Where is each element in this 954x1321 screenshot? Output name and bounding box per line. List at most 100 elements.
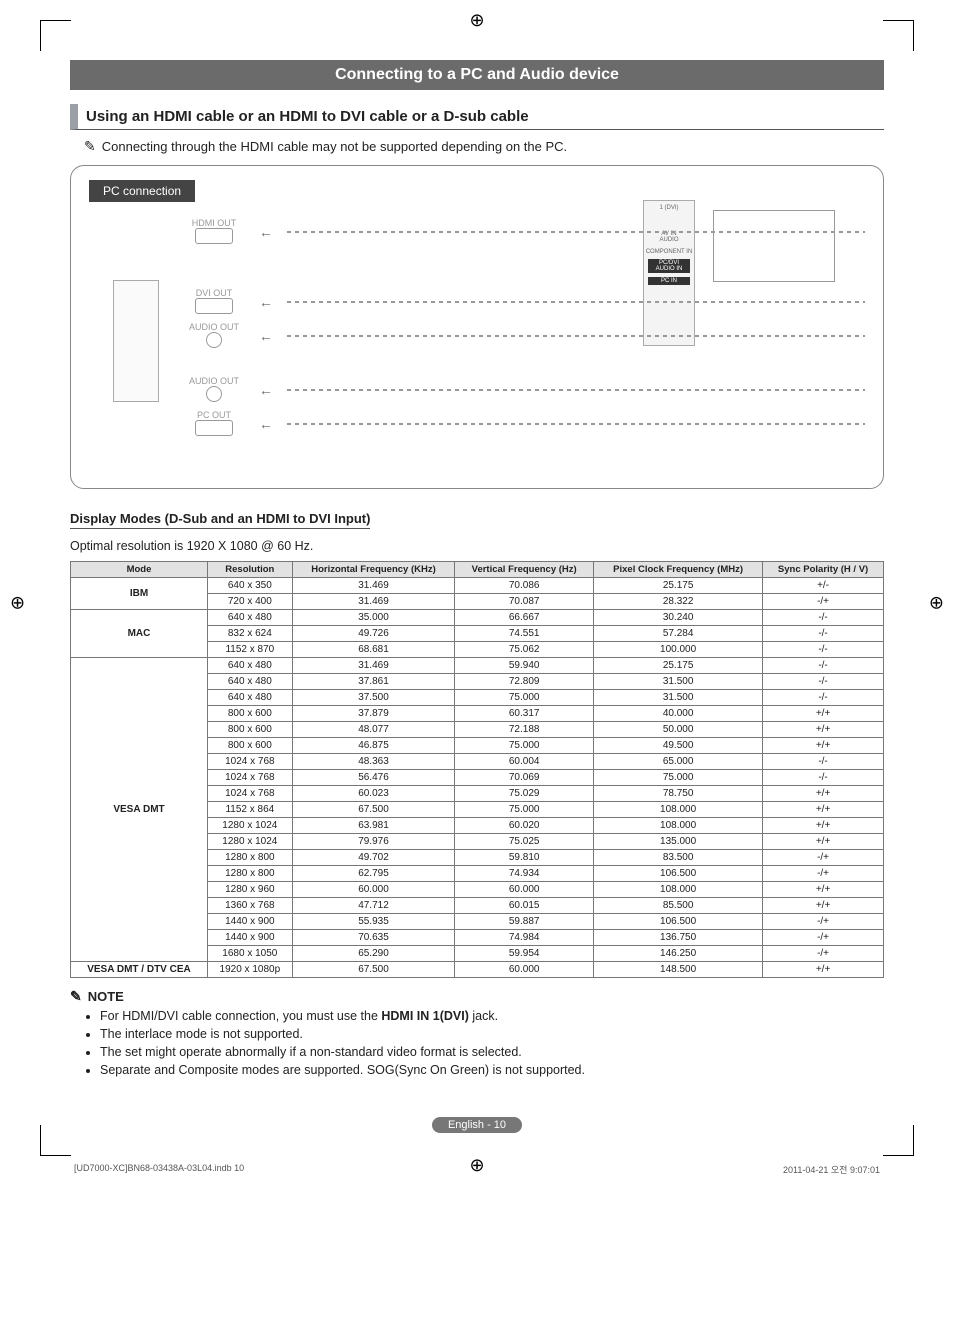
table-cell: 28.322: [594, 594, 763, 610]
audio-jack-icon: [206, 332, 222, 348]
table-cell: -/+: [763, 914, 884, 930]
note-icon: ✎: [70, 988, 82, 1004]
table-cell: -/-: [763, 690, 884, 706]
table-cell: 75.000: [455, 690, 594, 706]
registration-mark-icon: ⊕: [10, 593, 25, 614]
arrow-left-icon: [259, 224, 277, 240]
port-hdmi-out: HDMI OUT: [179, 218, 249, 246]
table-cell: -/+: [763, 594, 884, 610]
table-cell: 640 x 350: [207, 578, 292, 594]
audio-jack-icon: [206, 386, 222, 402]
table-cell: 800 x 600: [207, 738, 292, 754]
table-cell: 50.000: [594, 722, 763, 738]
table-cell: 75.062: [455, 642, 594, 658]
table-cell: 60.000: [455, 882, 594, 898]
table-cell: 148.500: [594, 962, 763, 978]
table-cell: 108.000: [594, 818, 763, 834]
port-label: HDMI OUT: [179, 218, 249, 228]
col-resolution: Resolution: [207, 562, 292, 578]
table-cell: 1024 x 768: [207, 770, 292, 786]
note-heading-text: NOTE: [88, 989, 124, 1004]
mode-cell: VESA DMT / DTV CEA: [71, 962, 208, 978]
arrow-left-icon: [259, 382, 277, 398]
mode-cell: IBM: [71, 578, 208, 610]
table-cell: +/+: [763, 882, 884, 898]
table-cell: 59.940: [455, 658, 594, 674]
table-cell: 62.795: [292, 866, 455, 882]
table-cell: 832 x 624: [207, 626, 292, 642]
table-cell: 1680 x 1050: [207, 946, 292, 962]
table-cell: +/+: [763, 722, 884, 738]
port-pc-out: PC OUT: [179, 410, 249, 438]
table-cell: -/+: [763, 850, 884, 866]
table-cell: 640 x 480: [207, 658, 292, 674]
dvi-port-icon: [195, 298, 233, 314]
page-title: Connecting to a PC and Audio device: [70, 60, 884, 90]
table-cell: 1360 x 768: [207, 898, 292, 914]
table-row: VESA DMT / DTV CEA1920 x 1080p67.50060.0…: [71, 962, 884, 978]
port-label: AUDIO OUT: [179, 322, 249, 332]
table-cell: 48.363: [292, 754, 455, 770]
port-label: AUDIO OUT: [179, 376, 249, 386]
table-cell: 1024 x 768: [207, 754, 292, 770]
table-cell: 25.175: [594, 578, 763, 594]
table-cell: +/+: [763, 834, 884, 850]
notes-list: For HDMI/DVI cable connection, you must …: [100, 1009, 884, 1077]
table-cell: 59.887: [455, 914, 594, 930]
table-cell: 800 x 600: [207, 722, 292, 738]
table-cell: 31.469: [292, 594, 455, 610]
cable-icon: [287, 301, 865, 303]
table-cell: 75.000: [455, 738, 594, 754]
table-cell: 47.712: [292, 898, 455, 914]
table-cell: 31.500: [594, 690, 763, 706]
hdmi-support-note: ✎Connecting through the HDMI cable may n…: [84, 138, 884, 155]
table-cell: 60.004: [455, 754, 594, 770]
table-cell: 720 x 400: [207, 594, 292, 610]
col-hfreq: Horizontal Frequency (KHz): [292, 562, 455, 578]
table-cell: 78.750: [594, 786, 763, 802]
table-cell: 31.469: [292, 578, 455, 594]
port-dvi-out: DVI OUT: [179, 288, 249, 316]
table-cell: -/+: [763, 946, 884, 962]
table-cell: 108.000: [594, 802, 763, 818]
table-cell: -/+: [763, 866, 884, 882]
table-cell: 75.000: [594, 770, 763, 786]
table-cell: 37.861: [292, 674, 455, 690]
col-mode: Mode: [71, 562, 208, 578]
crop-mark-icon: [40, 20, 71, 51]
table-cell: 640 x 480: [207, 690, 292, 706]
table-cell: 136.750: [594, 930, 763, 946]
table-cell: 83.500: [594, 850, 763, 866]
arrow-left-icon: [259, 294, 277, 310]
footer-timestamp: 2011-04-21 오전 9:07:01: [783, 1163, 880, 1176]
table-cell: 75.000: [455, 802, 594, 818]
table-cell: 49.702: [292, 850, 455, 866]
table-cell: +/+: [763, 818, 884, 834]
table-cell: 25.175: [594, 658, 763, 674]
table-cell: 1024 x 768: [207, 786, 292, 802]
table-cell: 74.551: [455, 626, 594, 642]
tv-input-panel-icon: 1 (DVI) AV IN AUDIO COMPONENT IN PC/DVI …: [643, 200, 695, 346]
arrow-left-icon: [259, 416, 277, 432]
table-cell: 106.500: [594, 866, 763, 882]
table-cell: -/-: [763, 674, 884, 690]
connection-diagram: PC connection 1 (DVI) AV IN AUDIO COMPON…: [70, 165, 884, 489]
table-cell: 66.667: [455, 610, 594, 626]
table-row: VESA DMT640 x 48031.46959.94025.175-/-: [71, 658, 884, 674]
table-cell: 75.025: [455, 834, 594, 850]
sub-heading-display-modes: Display Modes (D-Sub and an HDMI to DVI …: [70, 511, 370, 529]
table-cell: 55.935: [292, 914, 455, 930]
table-cell: 31.469: [292, 658, 455, 674]
col-vfreq: Vertical Frequency (Hz): [455, 562, 594, 578]
table-cell: 1280 x 800: [207, 850, 292, 866]
note-heading: ✎ NOTE: [70, 988, 884, 1005]
table-cell: 40.000: [594, 706, 763, 722]
port-audio-out2: AUDIO OUT: [179, 376, 249, 404]
optimal-resolution-text: Optimal resolution is 1920 X 1080 @ 60 H…: [70, 539, 884, 553]
table-cell: 70.635: [292, 930, 455, 946]
cable-icon: [287, 335, 865, 337]
table-row: MAC640 x 48035.00066.66730.240-/-: [71, 610, 884, 626]
table-cell: 60.020: [455, 818, 594, 834]
mode-cell: VESA DMT: [71, 658, 208, 962]
table-cell: 65.290: [292, 946, 455, 962]
